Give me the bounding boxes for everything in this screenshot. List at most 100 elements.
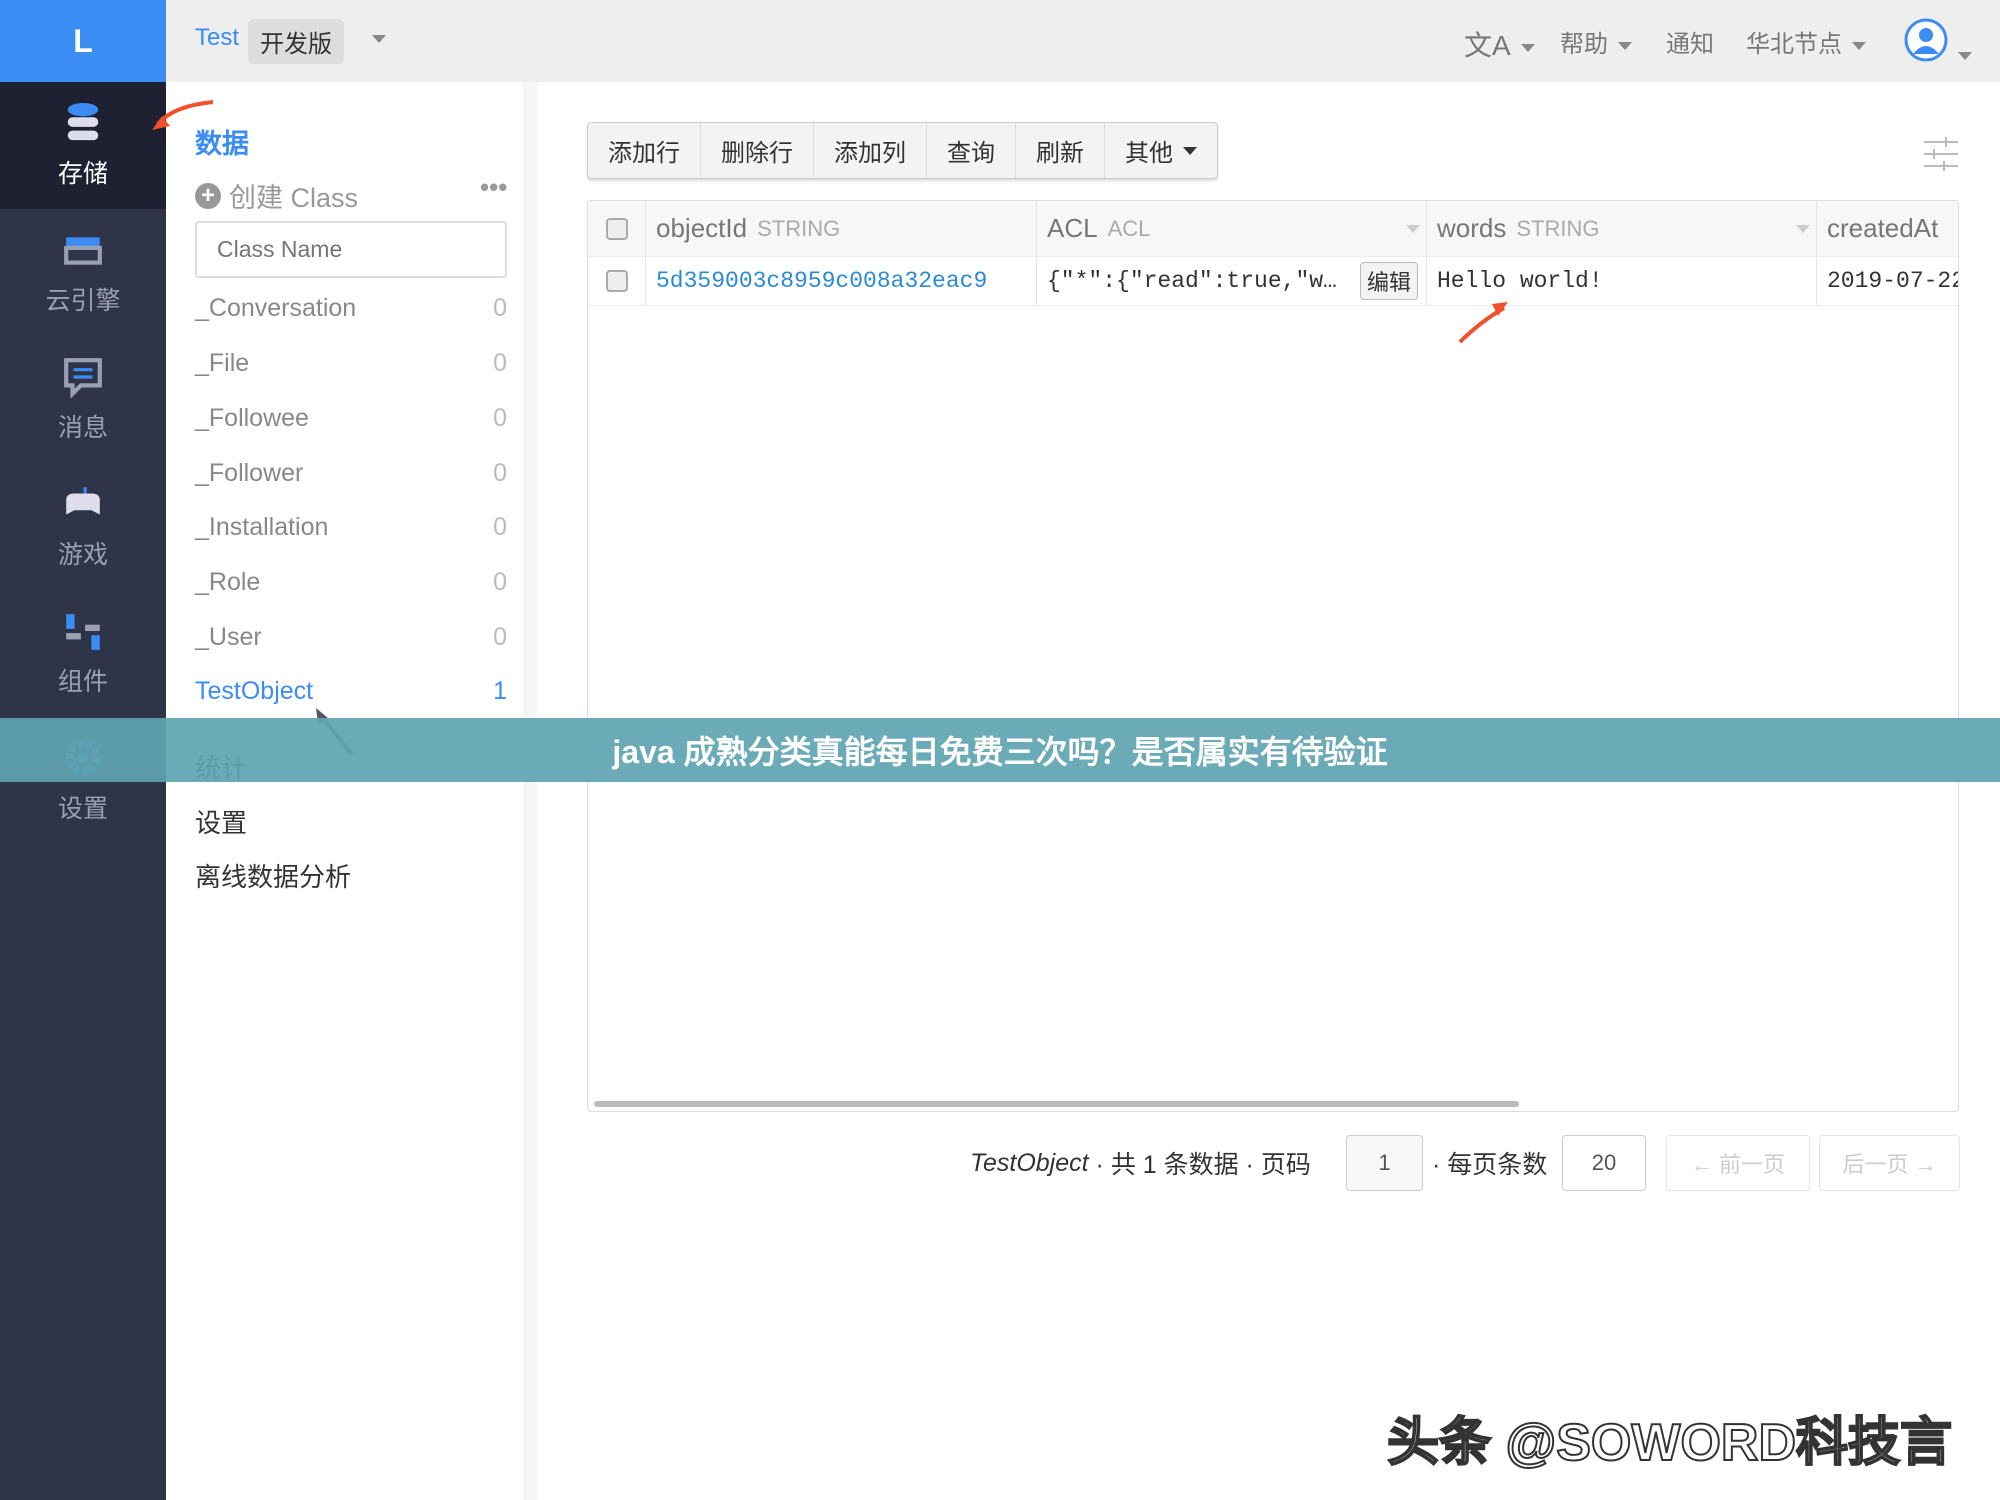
translate-icon[interactable]: 文A	[1464, 24, 1535, 64]
pagination-info: TestObject · 共 1 条数据 · 页码	[970, 1135, 1311, 1191]
nav-label: 云引擎	[45, 286, 121, 315]
nav-label: 组件	[57, 667, 108, 696]
class-item[interactable]: _Installation 0	[195, 513, 507, 542]
section-data: 数据	[195, 129, 249, 159]
database-icon	[67, 102, 99, 140]
delete-row-button[interactable]: 删除行	[701, 123, 814, 178]
refresh-button[interactable]: 刷新	[1016, 123, 1105, 178]
nav-label: 存储	[57, 159, 108, 188]
column-settings-icon[interactable]	[1922, 134, 1960, 174]
per-page-label: · 每页条数	[1432, 1151, 1548, 1179]
class-item[interactable]: _Role 0	[195, 568, 507, 597]
class-item[interactable]: _Conversation 0	[195, 294, 507, 323]
class-name: _Follower	[195, 459, 304, 487]
class-count: 0	[493, 459, 507, 487]
class-item[interactable]: _Followee 0	[195, 404, 507, 433]
class-count: 1	[493, 677, 507, 705]
acl-cell[interactable]: {"*":{"read":true,"w… 编辑	[1037, 257, 1427, 305]
add-column-button[interactable]: 添加列	[814, 123, 927, 178]
column-header[interactable]: objectId STRING	[646, 201, 1037, 256]
col-name: words	[1437, 213, 1507, 243]
class-item[interactable]: _Follower 0	[195, 459, 507, 488]
plus-icon: +	[195, 182, 221, 209]
horizontal-scrollbar[interactable]	[594, 1101, 1519, 1107]
nav-label: 消息	[57, 413, 108, 442]
class-name: _File	[195, 349, 250, 377]
class-name: TestObject	[195, 677, 314, 705]
query-button[interactable]: 查询	[927, 123, 1016, 178]
next-page-button[interactable]: 后一页 →	[1819, 1135, 1960, 1191]
class-count: 0	[493, 623, 507, 651]
other-menu[interactable]: 其他	[1105, 123, 1217, 178]
other-label: 其他	[1125, 140, 1173, 167]
user-icon	[1904, 18, 1948, 62]
create-class-button[interactable]: + 创建 Class	[195, 176, 358, 215]
class-count: 0	[493, 294, 507, 322]
select-all-checkbox[interactable]	[588, 201, 646, 256]
pagination-total: · 共 1 条数据 · 页码	[1095, 1151, 1311, 1179]
class-name: _User	[195, 623, 262, 651]
section-offline[interactable]: 离线数据分析	[195, 857, 351, 894]
class-name: _Followee	[195, 404, 309, 432]
page-input[interactable]: 1	[1346, 1135, 1423, 1191]
caption-banner: java 成熟分类真能每日免费三次吗？是否属实有待验证	[0, 718, 2000, 782]
edit-acl-button[interactable]: 编辑	[1359, 262, 1418, 300]
col-name: createdAt	[1827, 213, 1939, 243]
row-checkbox[interactable]	[588, 257, 646, 305]
col-name: objectId	[656, 213, 748, 243]
project-dropdown[interactable]	[362, 24, 386, 52]
more-icon[interactable]: •••	[480, 172, 507, 203]
nav-label: 游戏	[57, 540, 108, 569]
col-type: STRING	[1516, 215, 1600, 241]
server-icon	[64, 236, 102, 265]
class-name-input[interactable]	[195, 221, 507, 278]
help-menu[interactable]: 帮助	[1560, 24, 1632, 59]
class-item[interactable]: _File 0	[195, 349, 507, 378]
col-type: ACL	[1107, 215, 1151, 241]
column-header[interactable]: words STRING	[1427, 201, 1817, 256]
nav-message[interactable]: 消息	[0, 336, 166, 463]
gamepad-icon	[66, 486, 100, 514]
class-name: _Installation	[195, 513, 329, 541]
translate-glyph: 文A	[1464, 30, 1511, 61]
data-table: objectId STRING ACL ACL words STRING create…	[587, 200, 1959, 1112]
add-row-button[interactable]: 添加行	[588, 123, 701, 178]
class-item-active[interactable]: TestObject 1	[195, 677, 507, 706]
project-name[interactable]: Test	[195, 24, 239, 52]
words-cell[interactable]: Hello world!	[1427, 257, 1817, 305]
region-label: 华北节点	[1746, 31, 1842, 58]
help-label: 帮助	[1560, 31, 1608, 58]
nav-engine[interactable]: 云引擎	[0, 209, 166, 336]
notify-link[interactable]: 通知	[1666, 24, 1714, 59]
components-icon	[66, 613, 100, 650]
nav-components[interactable]: 组件	[0, 590, 166, 717]
prev-page-button[interactable]: ← 前一页	[1666, 1135, 1810, 1191]
toolbar: 添加行 删除行 添加列 查询 刷新 其他	[587, 122, 1218, 179]
region-menu[interactable]: 华北节点	[1746, 24, 1866, 59]
table-header: objectId STRING ACL ACL words STRING create…	[588, 201, 1958, 257]
section-settings[interactable]: 设置	[195, 803, 247, 840]
class-item[interactable]: _User 0	[195, 623, 507, 652]
column-header[interactable]: createdAt	[1817, 201, 1958, 256]
class-count: 0	[493, 404, 507, 432]
column-header[interactable]: ACL ACL	[1037, 201, 1427, 256]
top-bar: Test 开发版 文A 帮助 通知 华北节点	[166, 0, 2000, 82]
nav-storage[interactable]: 存储	[0, 82, 166, 209]
class-count: 0	[493, 513, 507, 541]
class-count: 0	[493, 349, 507, 377]
col-type: STRING	[757, 215, 841, 241]
created-at-cell[interactable]: 2019-07-22	[1817, 257, 1958, 305]
per-page-input[interactable]: 20	[1562, 1135, 1646, 1191]
col-name: ACL	[1047, 213, 1098, 243]
object-id-cell[interactable]: 5d359003c8959c008a32eac9	[646, 257, 1037, 305]
pagination-class: TestObject	[970, 1148, 1089, 1177]
table-row[interactable]: 5d359003c8959c008a32eac9 {"*":{"read":tr…	[588, 257, 1958, 306]
edition-badge[interactable]: 开发版	[248, 19, 344, 64]
watermark: 头条 @SOWORD科技言	[1386, 1413, 1953, 1473]
acl-value: {"*":{"read":true,"w…	[1047, 268, 1337, 294]
avatar[interactable]	[1904, 18, 1972, 69]
create-label: 创建 Class	[229, 183, 359, 213]
nav-game[interactable]: 游戏	[0, 463, 166, 590]
logo[interactable]: L	[0, 0, 166, 82]
nav-label: 设置	[57, 794, 108, 823]
